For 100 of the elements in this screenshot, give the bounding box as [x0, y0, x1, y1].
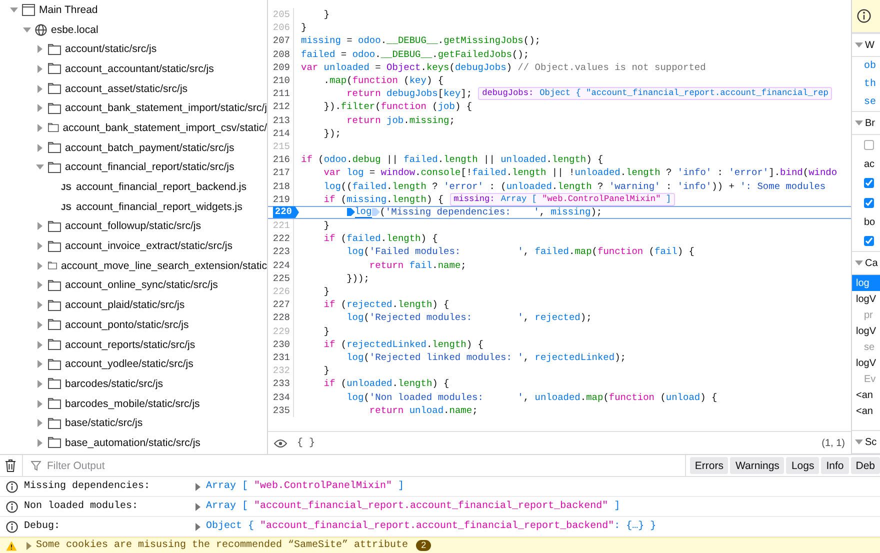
frame-group-label: pr [863, 308, 874, 322]
tree-item-label: account_reports/static/src/js [65, 338, 196, 351]
code-line: } [322, 326, 330, 337]
call-stack-frame[interactable]: logV [852, 323, 880, 339]
folder-icon [48, 280, 61, 291]
call-stack-frame[interactable]: log [852, 275, 880, 291]
tree-item[interactable]: barcodes/static/src/js [0, 374, 267, 394]
tree-item[interactable]: account_bank_statement_import/static/src/j [0, 98, 267, 118]
logged-value[interactable]: Array [ "account_financial_report.account_financial_report_backend" ] [202, 501, 620, 512]
tree-item[interactable]: JS account_financial_report_widgets.js [0, 196, 267, 217]
code-line: }).filter(function (job) { [322, 101, 472, 112]
tree-item[interactable]: esbe.local [0, 20, 267, 40]
tree-item[interactable]: account_ponto/static/src/js [0, 315, 267, 335]
line-number: 222 [272, 233, 290, 244]
tree-item[interactable]: Main Thread [0, 0, 267, 20]
code-line: } [322, 220, 330, 232]
line-number: 232 [272, 365, 290, 376]
tree-item[interactable]: account_move_line_search_extension/static [0, 256, 267, 276]
tree-item[interactable]: account_batch_payment/static/src/js [0, 138, 267, 158]
breakpoint-marker-icon [346, 207, 355, 218]
tree-item-label: barcodes_mobile/static/src/js [65, 398, 200, 410]
filter-toggle[interactable]: Errors [690, 457, 728, 474]
line-number: 230 [272, 338, 290, 350]
code-line: return job.missing; [346, 114, 455, 126]
section-header[interactable]: Ca [852, 251, 880, 275]
expand-arrow-icon [25, 542, 33, 550]
tree-item[interactable]: barcodes_mobile/static/src/js [0, 394, 267, 414]
js-file-icon: JS [61, 202, 72, 212]
checkbox[interactable] [864, 140, 874, 150]
code-line: var log = window.console[!failed.length || !unloaded.length ? 'info' : 'error'].bind(windo [322, 167, 838, 178]
paused-line-number[interactable]: 220 [272, 206, 299, 218]
code-line: log('Failed modules: ', failed.map(function (fail) { [346, 246, 694, 258]
line-number: 209 [272, 62, 290, 73]
code-line: } [322, 9, 330, 20]
tree-item[interactable]: account_asset/static/src/js [0, 78, 267, 98]
line-number: 225 [272, 272, 290, 284]
tree-item[interactable]: account_reports/static/src/js [0, 334, 267, 354]
filter-toggle[interactable]: Info [821, 457, 849, 474]
breakpoint-marker-icon [372, 207, 380, 218]
filter-toggle[interactable]: Logs [786, 457, 820, 474]
logged-value[interactable]: Array [ "web.ControlPanelMixin" ] [202, 481, 404, 492]
filter-field[interactable]: Filter Output [45, 458, 685, 472]
call-stack-frame[interactable]: <an [852, 403, 880, 419]
globe-icon [35, 24, 47, 36]
tree-item-label: account_move_line_search_extension/static [60, 260, 267, 272]
expand-arrow-icon [23, 26, 31, 34]
expand-arrow-icon [36, 64, 44, 73]
line-number: 205 [272, 9, 290, 20]
expand-arrow-icon [36, 84, 44, 93]
tree-item-label: account_batch_payment/static/src/js [65, 142, 234, 154]
section-header[interactable]: Sc [852, 430, 880, 454]
line-number: 219 [272, 194, 290, 205]
tree-item[interactable]: account_financial_report/static/src/js [0, 158, 267, 178]
watch-expression: ob [863, 60, 878, 74]
tree-item[interactable]: account_plaid/static/src/js [0, 295, 267, 315]
tree-item-label: barcodes/static/src/js [65, 378, 164, 390]
tree-item[interactable]: account_yodlee/static/src/js [0, 354, 267, 374]
frame-group-label: se [863, 340, 876, 354]
tree-item[interactable]: account_online_sync/static/src/js [0, 276, 267, 296]
expand-arrow-icon [36, 262, 44, 270]
warning-icon [6, 540, 17, 550]
pretty-print-button[interactable]: { } [297, 438, 316, 448]
section-header[interactable]: Br [852, 111, 880, 135]
info-icon [6, 500, 18, 512]
eye-icon[interactable] [274, 438, 287, 448]
tree-item[interactable]: JS account_financial_report_backend.js [0, 177, 267, 197]
filter-toggle[interactable]: Deb [850, 457, 880, 474]
code-line: log((failed.length ? 'error' : (unloaded.length ? 'warning' : 'info')) + ': Some modules [322, 180, 826, 192]
code-line: missing = odoo.__DEBUG__.getMissingJobs(); [300, 35, 540, 46]
code-line: if (unloaded.length) { [322, 378, 450, 390]
line-number: 211 [272, 88, 290, 100]
logged-value[interactable]: Object { "account_financial_report.account_financial_report_backend": {…} } [202, 521, 656, 532]
tree-item[interactable]: account_accountant/static/src/js [0, 59, 267, 79]
line-number: 214 [272, 128, 290, 139]
folder-icon [48, 220, 61, 232]
filter-toggle[interactable]: Warnings [730, 457, 784, 474]
expand-arrow-icon [194, 502, 202, 510]
section-header[interactable]: W [852, 33, 880, 57]
tree-item[interactable]: account_invoice_extract/static/src/js [0, 236, 267, 256]
call-stack-frame[interactable]: <an [852, 387, 880, 403]
folder-icon [48, 358, 61, 370]
tree-item[interactable]: account/static/src/js [0, 39, 267, 60]
tree-item[interactable]: account_followup/static/src/js [0, 216, 267, 236]
tree-item[interactable]: base/static/src/js [0, 413, 267, 434]
tree-item[interactable]: account_bank_statement_import_csv/static/ [0, 118, 267, 138]
tree-item[interactable]: base_automation/static/src/js [0, 433, 267, 453]
expand-arrow-icon [36, 419, 44, 428]
js-file-icon: JS [61, 182, 72, 192]
line-number: 218 [272, 180, 290, 192]
expand-arrow-icon [10, 6, 18, 14]
call-stack-frame[interactable]: logV [852, 355, 880, 371]
expand-arrow-icon [36, 104, 44, 112]
line-number: 206 [272, 22, 290, 34]
folder-icon [48, 142, 61, 154]
call-stack-frame[interactable]: logV [852, 291, 880, 307]
tree-item-label: account_online_sync/static/src/js [65, 279, 218, 292]
line-number: 221 [272, 220, 290, 232]
line-number: 216 [272, 154, 290, 166]
line-number: 228 [272, 312, 290, 324]
folder-icon [48, 102, 61, 114]
